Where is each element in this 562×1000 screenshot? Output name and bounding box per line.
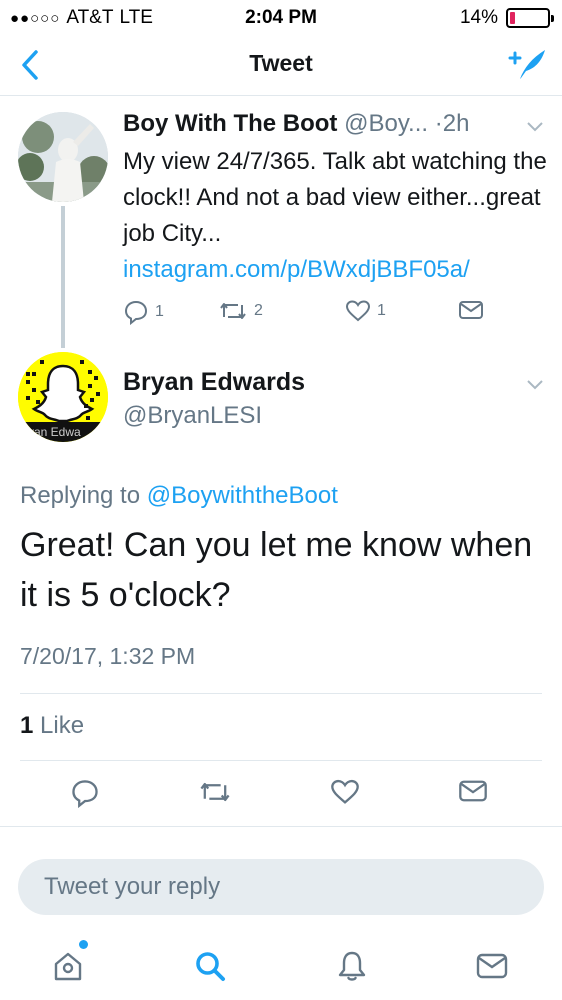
likes-summary[interactable]: 1 Like [20, 712, 84, 740]
notifications-icon [338, 951, 366, 981]
retweet-icon [200, 782, 230, 802]
reply-area [0, 826, 562, 926]
messages-icon [476, 953, 508, 979]
avatar[interactable] [18, 112, 108, 202]
tweet-options-button[interactable] [526, 120, 544, 138]
compose-tweet-icon [508, 50, 545, 79]
reply-button[interactable]: 1 [123, 299, 164, 325]
tweet-text: Great! Can you let me know when it is 5 … [20, 526, 533, 614]
chevron-down-icon [527, 122, 543, 132]
home-icon [54, 952, 82, 981]
divider [20, 760, 542, 761]
battery-percent: 14% [459, 7, 498, 28]
divider [20, 693, 542, 694]
tab-notifications[interactable] [330, 944, 374, 988]
tweet-actions [0, 778, 562, 812]
heart-icon [331, 779, 359, 804]
page-title: Tweet [249, 50, 313, 76]
tab-bar [0, 930, 562, 1000]
envelope-icon [459, 301, 483, 319]
author-name[interactable]: Bryan Edwards [123, 368, 305, 397]
retweet-button[interactable] [198, 778, 232, 811]
status-right: 14% [459, 7, 554, 29]
replying-to: Replying to @BoywiththeBoot [20, 482, 338, 510]
author-handle[interactable]: @BryanLESI [123, 402, 262, 430]
tweet-options-button[interactable] [526, 378, 544, 396]
reply-icon [124, 300, 148, 325]
envelope-icon [459, 780, 487, 802]
retweet-icon [220, 303, 246, 319]
notification-dot [79, 940, 88, 949]
parent-tweet-header: Boy With The Boot @Boy... ·2h [123, 110, 553, 138]
retweet-button[interactable]: 2 [218, 299, 263, 323]
tab-home[interactable] [46, 940, 90, 988]
heart-icon [345, 300, 371, 322]
reply-icon [72, 780, 98, 809]
reply-input[interactable] [18, 859, 544, 915]
author-handle[interactable]: @Boy... [344, 110, 428, 137]
tweet-time: 2h [442, 110, 470, 137]
likes-count: 1 [20, 712, 34, 739]
battery-level [510, 12, 516, 24]
replying-prefix: Replying to [20, 482, 141, 509]
battery-icon [506, 8, 554, 28]
search-icon [196, 952, 225, 981]
direct-message-button[interactable] [458, 778, 488, 809]
reply-button[interactable] [70, 778, 100, 813]
tab-search[interactable] [188, 944, 232, 988]
tweet-body: My view 24/7/365. Talk abt watching the … [123, 148, 547, 247]
reply-count: 1 [155, 303, 164, 320]
tweet-separator: · [434, 110, 443, 137]
status-bar: ●●○○○ AT&T LTE 2:04 PM 14% [0, 0, 562, 36]
likes-label: Like [40, 712, 85, 739]
chevron-down-icon [527, 380, 543, 390]
direct-message-button[interactable] [458, 299, 484, 321]
compose-button[interactable] [508, 46, 548, 82]
thread-line [61, 206, 65, 348]
parent-tweet[interactable]: Boy With The Boot @Boy... ·2h My view 24… [0, 96, 562, 348]
parent-tweet-actions: 1 2 1 [123, 299, 503, 329]
like-button[interactable]: 1 [345, 299, 386, 323]
avatar[interactable]: yan Edwa [18, 352, 108, 442]
tab-messages[interactable] [470, 944, 514, 988]
avatar-caption: yan Edwa [28, 425, 81, 439]
statue-photo-icon [18, 112, 108, 202]
nav-bar: Tweet [0, 36, 562, 96]
replying-handle[interactable]: @BoywiththeBoot [147, 482, 338, 509]
like-button[interactable] [330, 778, 360, 811]
tweet-timestamp: 7/20/17, 1:32 PM [20, 643, 196, 669]
tweet-link[interactable]: instagram.com/p/BWxdjBBF05a/ [123, 256, 470, 283]
author-name[interactable]: Boy With The Boot [123, 110, 337, 137]
tweet-text: My view 24/7/365. Talk abt watching the … [123, 144, 548, 288]
like-count: 1 [377, 302, 386, 319]
retweet-count: 2 [254, 302, 263, 319]
